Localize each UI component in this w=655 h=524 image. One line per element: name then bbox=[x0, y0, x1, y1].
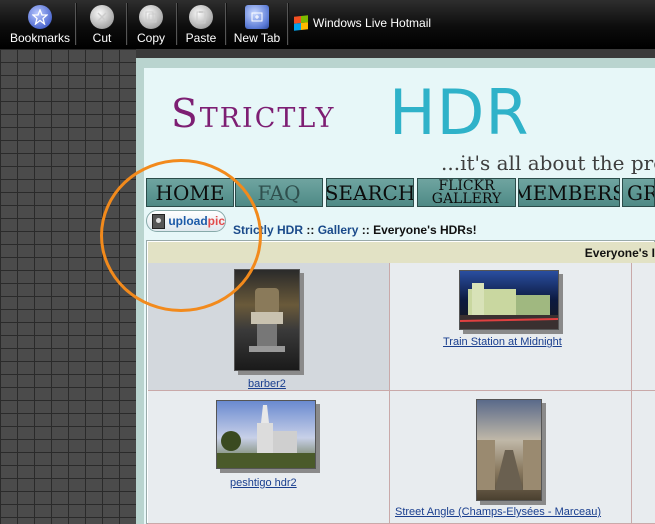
main-nav: HOME FAQ SEARCH FLICKR GALLERY MEMBERS G… bbox=[146, 178, 655, 208]
thumbnail-peshtigo[interactable] bbox=[216, 400, 316, 469]
upload-pic-button[interactable]: uploadpic bbox=[146, 210, 226, 232]
bookmarks-button[interactable]: Bookmarks bbox=[8, 0, 72, 48]
nav-search[interactable]: SEARCH bbox=[326, 178, 414, 207]
street-image bbox=[477, 440, 541, 490]
barber-chair-image bbox=[249, 288, 285, 352]
breadcrumb-current: Everyone's HDRs! bbox=[373, 223, 477, 237]
caption-train-station[interactable]: Train Station at Midnight bbox=[443, 336, 562, 348]
breadcrumb-site[interactable]: Strictly HDR bbox=[233, 223, 303, 237]
gallery-header-title: Everyone's I bbox=[584, 246, 655, 260]
cut-button[interactable]: Cut bbox=[82, 0, 122, 48]
nav-members[interactable]: MEMBERS bbox=[518, 178, 620, 207]
new-tab-icon bbox=[245, 5, 269, 29]
paste-label: Paste bbox=[185, 31, 217, 45]
browser-toolbar: Bookmarks Cut Copy Paste New Tab Windows… bbox=[0, 0, 655, 49]
gallery-header: Everyone's I bbox=[148, 242, 655, 264]
upload-pic-label: uploadpic bbox=[168, 214, 225, 228]
paste-button[interactable]: Paste bbox=[181, 0, 221, 48]
camera-icon bbox=[152, 213, 166, 229]
breadcrumb-gallery[interactable]: Gallery bbox=[318, 223, 359, 237]
gallery-cell bbox=[632, 391, 655, 524]
nav-flickr-gallery[interactable]: FLICKR GALLERY bbox=[417, 178, 516, 207]
logo-strictly: Strictly bbox=[171, 92, 336, 137]
star-icon bbox=[28, 5, 52, 29]
hotmail-bookmark[interactable]: Windows Live Hotmail bbox=[294, 15, 432, 31]
church-image bbox=[217, 405, 315, 468]
caption-barber2[interactable]: barber2 bbox=[248, 378, 286, 390]
thumbnail-train-station[interactable] bbox=[459, 270, 559, 330]
clipboard-icon bbox=[189, 5, 213, 29]
copy-icon bbox=[139, 5, 163, 29]
thumbnail-street-angle[interactable] bbox=[476, 399, 542, 501]
nav-groups[interactable]: GR bbox=[622, 178, 655, 207]
copy-label: Copy bbox=[136, 31, 165, 45]
caption-street-angle[interactable]: Street Angle (Champs-Elysées - Marceau) bbox=[395, 506, 601, 518]
nav-faq[interactable]: FAQ bbox=[235, 178, 323, 207]
logo-hdr: HDR bbox=[389, 76, 530, 149]
train-station-image bbox=[459, 283, 559, 329]
nav-home[interactable]: HOME bbox=[146, 178, 234, 207]
windows-logo-icon bbox=[294, 15, 308, 31]
breadcrumb: Strictly HDR :: Gallery :: Everyone's HD… bbox=[233, 223, 477, 237]
thumbnail-barber2[interactable] bbox=[234, 269, 300, 371]
cut-label: Cut bbox=[92, 31, 112, 45]
hotmail-label: Windows Live Hotmail bbox=[313, 16, 432, 30]
bookmarks-label: Bookmarks bbox=[9, 31, 71, 45]
scissors-icon bbox=[90, 5, 114, 29]
new-tab-button[interactable]: New Tab bbox=[229, 0, 285, 48]
tagline: ...it's all about the proc bbox=[441, 151, 655, 175]
brick-background bbox=[0, 49, 136, 524]
new-tab-label: New Tab bbox=[233, 31, 281, 45]
nav-flickr-line2: GALLERY bbox=[431, 190, 502, 207]
gallery-cell bbox=[632, 263, 655, 391]
copy-button[interactable]: Copy bbox=[131, 0, 171, 48]
caption-peshtigo[interactable]: peshtigo hdr2 bbox=[230, 477, 297, 489]
